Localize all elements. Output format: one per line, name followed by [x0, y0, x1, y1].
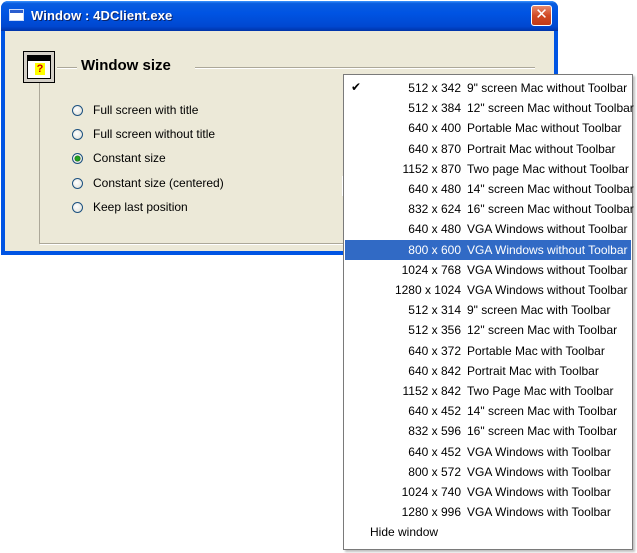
- menu-item-description: VGA Windows without Toolbar: [467, 283, 628, 297]
- menu-item[interactable]: 512 x 384 12" screen Mac without Toolbar: [345, 98, 634, 118]
- menu-item-resolution: 640 x 452: [408, 404, 461, 419]
- menu-item-resolution: 1024 x 740: [401, 485, 461, 499]
- window-size-popup-menu: ✔ 512 x 342 9" screen Mac without Toolbar 5…: [343, 74, 634, 550]
- radio-label: Constant size (centered): [93, 176, 224, 190]
- menu-item-description: Two Page Mac with Toolbar: [467, 384, 614, 398]
- radio-label: Keep last position: [93, 200, 188, 214]
- close-icon: ✕: [535, 6, 548, 23]
- menu-item-description: 16" screen Mac with Toolbar: [467, 424, 618, 439]
- radio-option[interactable]: Full screen without title: [72, 126, 215, 142]
- menu-item-description: VGA Windows without Toolbar: [467, 242, 628, 257]
- radio-option[interactable]: Keep last position: [72, 199, 188, 215]
- menu-item-description: 16" screen Mac without Toolbar: [467, 202, 634, 217]
- menu-item[interactable]: 1280 x 996 VGA Windows with Toolbar: [345, 502, 631, 522]
- radio-button[interactable]: [72, 177, 83, 189]
- menu-item-resolution: 640 x 842: [408, 363, 461, 378]
- menu-item-description: 14" screen Mac without Toolbar: [467, 182, 634, 196]
- menu-item-resolution: 1152 x 870: [402, 161, 462, 176]
- radio-label: Full screen without title: [93, 127, 216, 141]
- window-icon: [9, 9, 24, 21]
- menu-item[interactable]: 832 x 624 16" screen Mac without Toolbar: [345, 199, 634, 219]
- menu-item[interactable]: 640 x 452 14" screen Mac with Toolbar: [345, 401, 631, 421]
- menu-item-resolution: 1280 x 1024: [394, 283, 461, 297]
- menu-item-resolution: 640 x 372: [408, 343, 461, 358]
- menu-item-resolution: 1152 x 842: [402, 384, 462, 398]
- menu-item-description: 14" screen Mac with Toolbar: [467, 404, 618, 419]
- menu-item-hide-window[interactable]: Hide window: [345, 522, 631, 542]
- menu-item-resolution: 1024 x 768: [401, 262, 461, 277]
- menu-item[interactable]: 640 x 400 Portable Mac without Toolbar: [345, 118, 631, 138]
- radio-button[interactable]: [72, 152, 83, 164]
- title-bar[interactable]: Window : 4DClient.exe ✕: [1, 1, 558, 31]
- group-divider-left: [57, 67, 77, 69]
- menu-item[interactable]: 640 x 480 14" screen Mac without Toolbar: [345, 179, 634, 199]
- menu-item-resolution: 640 x 480: [408, 182, 461, 196]
- menu-item-resolution: 640 x 400: [408, 121, 461, 136]
- menu-item-resolution: 832 x 624: [408, 202, 461, 217]
- menu-item-resolution: 512 x 356: [408, 323, 461, 338]
- close-button[interactable]: ✕: [531, 5, 552, 26]
- menu-item[interactable]: 640 x 452 VGA Windows with Toolbar: [345, 442, 631, 462]
- menu-item[interactable]: 512 x 314 9" screen Mac with Toolbar: [345, 300, 631, 320]
- menu-item[interactable]: 640 x 480 VGA Windows without Toolbar: [345, 219, 631, 239]
- menu-item-resolution: 512 x 384: [408, 101, 461, 116]
- menu-item-resolution: 800 x 572: [408, 464, 461, 479]
- radio-option[interactable]: Constant size: [72, 150, 166, 166]
- menu-item-resolution: 640 x 480: [408, 222, 461, 237]
- menu-item[interactable]: ✔ 512 x 342 9" screen Mac without Toolbar: [345, 78, 631, 98]
- menu-item[interactable]: 1024 x 768 VGA Windows without Toolbar: [345, 260, 631, 280]
- menu-item-description: VGA Windows with Toolbar: [467, 505, 611, 520]
- menu-item-resolution: 1280 x 996: [401, 505, 461, 520]
- radio-option[interactable]: Constant size (centered): [72, 175, 224, 191]
- radio-button[interactable]: [72, 104, 83, 116]
- menu-item[interactable]: 640 x 842 Portrait Mac with Toolbar: [345, 361, 631, 381]
- menu-item-description: VGA Windows without Toolbar: [467, 222, 628, 237]
- menu-item[interactable]: 832 x 596 16" screen Mac with Toolbar: [345, 421, 631, 441]
- window-title: Window : 4DClient.exe: [31, 8, 173, 23]
- menu-item-description: Portrait Mac without Toolbar: [467, 141, 616, 156]
- menu-item-resolution: 800 x 600: [408, 242, 461, 257]
- menu-item-description: 9" screen Mac with Toolbar: [467, 303, 611, 318]
- menu-item[interactable]: 800 x 572 VGA Windows with Toolbar: [345, 462, 631, 482]
- menu-item-description: 9" screen Mac without Toolbar: [467, 81, 628, 95]
- menu-item-resolution: 640 x 452: [408, 444, 461, 459]
- menu-item[interactable]: 1152 x 870 Two page Mac without Toolbar: [345, 159, 631, 179]
- menu-item-description: VGA Windows with Toolbar: [467, 464, 611, 479]
- menu-item-resolution: 640 x 870: [408, 141, 461, 156]
- group-title: Window size: [81, 57, 171, 74]
- menu-item-description: Portrait Mac with Toolbar: [467, 363, 599, 378]
- window-question-icon: ?: [23, 51, 55, 83]
- menu-item-description: VGA Windows with Toolbar: [467, 485, 611, 499]
- radio-label: Full screen with title: [93, 103, 199, 117]
- group-divider: [195, 67, 535, 69]
- menu-item-description: Two page Mac without Toolbar: [467, 161, 629, 176]
- menu-item[interactable]: 512 x 356 12" screen Mac with Toolbar: [345, 320, 631, 340]
- menu-item-description: 12" screen Mac without Toolbar: [467, 101, 634, 116]
- menu-item[interactable]: 1024 x 740 VGA Windows with Toolbar: [345, 482, 631, 502]
- menu-item-description: VGA Windows with Toolbar: [467, 444, 611, 459]
- radio-option[interactable]: Full screen with title: [72, 102, 198, 118]
- menu-item-label: Hide window: [370, 525, 439, 540]
- menu-item[interactable]: 800 x 600 VGA Windows without Toolbar: [345, 239, 631, 260]
- menu-item-description: 12" screen Mac with Toolbar: [467, 323, 618, 338]
- radio-label: Constant size: [93, 151, 166, 165]
- menu-item[interactable]: 1280 x 1024 VGA Windows without Toolbar: [345, 280, 631, 300]
- menu-item-description: Portable Mac with Toolbar: [467, 343, 605, 358]
- menu-item[interactable]: 640 x 372 Portable Mac with Toolbar: [345, 341, 631, 361]
- radio-button[interactable]: [72, 201, 83, 213]
- menu-item-resolution: 832 x 596: [408, 424, 461, 439]
- radio-button[interactable]: [72, 128, 83, 140]
- menu-item[interactable]: 640 x 870 Portrait Mac without Toolbar: [345, 139, 631, 159]
- menu-item[interactable]: 1152 x 842 Two Page Mac with Toolbar: [345, 381, 631, 401]
- menu-item-resolution: 512 x 314: [408, 303, 461, 318]
- menu-item-description: VGA Windows without Toolbar: [467, 262, 628, 277]
- menu-item-resolution: 512 x 342: [408, 81, 461, 95]
- menu-item-description: Portable Mac without Toolbar: [467, 121, 622, 136]
